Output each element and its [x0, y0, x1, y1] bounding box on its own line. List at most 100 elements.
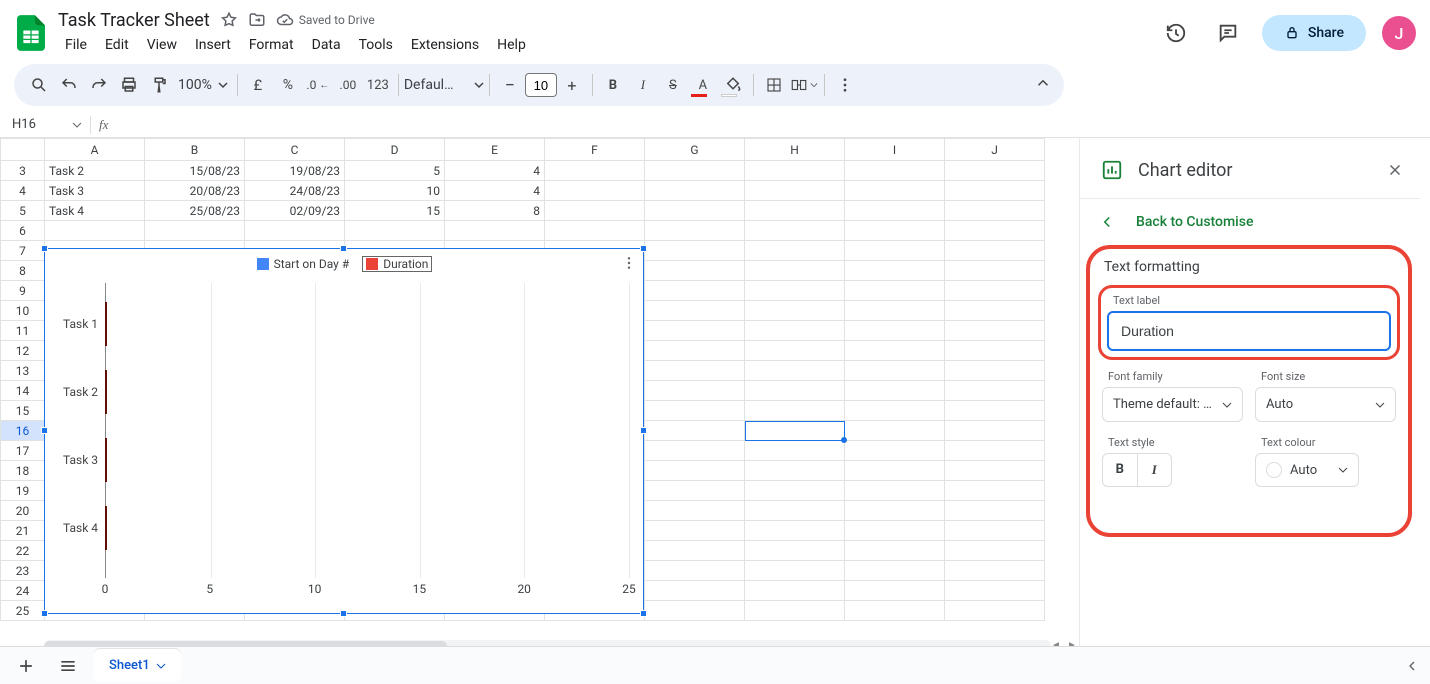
name-box[interactable]: H16: [0, 117, 90, 132]
cell[interactable]: [645, 241, 745, 261]
cell[interactable]: [645, 421, 745, 441]
explore-collapse-icon[interactable]: [1404, 658, 1420, 674]
cell[interactable]: [545, 201, 645, 221]
row-header[interactable]: 3: [1, 161, 45, 181]
cell[interactable]: [745, 441, 845, 461]
chart-legend[interactable]: Start on Day # Duration: [45, 249, 643, 275]
cell[interactable]: [45, 221, 145, 241]
cell[interactable]: Task 4: [45, 201, 145, 221]
cell[interactable]: [945, 341, 1045, 361]
cell[interactable]: [745, 541, 845, 561]
cell[interactable]: 5: [345, 161, 445, 181]
menu-help[interactable]: Help: [490, 33, 533, 57]
cell[interactable]: [845, 381, 945, 401]
cloud-saved[interactable]: Saved to Drive: [276, 11, 375, 29]
cell[interactable]: [845, 261, 945, 281]
cell[interactable]: 8: [445, 201, 545, 221]
col-header-D[interactable]: D: [345, 139, 445, 161]
cell[interactable]: [945, 481, 1045, 501]
sheet-tab[interactable]: Sheet1: [94, 649, 181, 682]
bold-toggle[interactable]: B: [1103, 454, 1137, 486]
chart-plot-area[interactable]: Task 1 Task 2 Task 3 Task 4: [105, 283, 629, 578]
cell[interactable]: [645, 501, 745, 521]
comments-icon[interactable]: [1210, 15, 1246, 51]
cell[interactable]: [545, 181, 645, 201]
cell[interactable]: [945, 581, 1045, 601]
cell[interactable]: Task 2: [45, 161, 145, 181]
move-folder-icon[interactable]: [248, 11, 266, 29]
bold-button[interactable]: B: [598, 70, 628, 100]
cell[interactable]: [645, 341, 745, 361]
cell[interactable]: [945, 501, 1045, 521]
cell[interactable]: [845, 541, 945, 561]
col-header-I[interactable]: I: [845, 139, 945, 161]
cell[interactable]: [845, 201, 945, 221]
cell[interactable]: [845, 281, 945, 301]
cell[interactable]: [745, 281, 845, 301]
cell[interactable]: [845, 401, 945, 421]
cell[interactable]: [945, 301, 1045, 321]
cell[interactable]: [945, 541, 1045, 561]
format-123-button[interactable]: 123: [363, 70, 393, 100]
cell[interactable]: [945, 201, 1045, 221]
font-size-increase[interactable]: +: [557, 70, 587, 100]
cell[interactable]: [645, 521, 745, 541]
cell[interactable]: [645, 261, 745, 281]
cell[interactable]: [445, 221, 545, 241]
share-button[interactable]: Share: [1262, 15, 1366, 51]
font-family-select[interactable]: Defaul…: [404, 77, 474, 93]
cell[interactable]: [845, 181, 945, 201]
search-icon[interactable]: [24, 70, 54, 100]
row-header[interactable]: 10: [1, 301, 45, 321]
select-all-corner[interactable]: [1, 139, 45, 161]
cell[interactable]: [845, 221, 945, 241]
paint-format-icon[interactable]: [144, 70, 174, 100]
row-header[interactable]: 14: [1, 381, 45, 401]
cell[interactable]: [945, 321, 1045, 341]
cell[interactable]: [745, 561, 845, 581]
cell[interactable]: [645, 561, 745, 581]
cell[interactable]: [645, 541, 745, 561]
cell[interactable]: 15: [345, 201, 445, 221]
cell[interactable]: [745, 521, 845, 541]
cell[interactable]: [745, 321, 845, 341]
col-header-C[interactable]: C: [245, 139, 345, 161]
cell[interactable]: 20/08/23: [145, 181, 245, 201]
cell[interactable]: [645, 401, 745, 421]
cell[interactable]: [645, 181, 745, 201]
cell[interactable]: [845, 421, 945, 441]
cell[interactable]: [845, 601, 945, 621]
cell[interactable]: [745, 161, 845, 181]
cell[interactable]: [645, 361, 745, 381]
cell[interactable]: 4: [445, 181, 545, 201]
col-header-B[interactable]: B: [145, 139, 245, 161]
chevron-down-icon[interactable]: [474, 80, 484, 90]
cell[interactable]: [145, 221, 245, 241]
cell[interactable]: [745, 581, 845, 601]
undo-icon[interactable]: [54, 70, 84, 100]
col-header-F[interactable]: F: [545, 139, 645, 161]
cell[interactable]: [945, 521, 1045, 541]
redo-icon[interactable]: [84, 70, 114, 100]
cell[interactable]: [845, 481, 945, 501]
cell[interactable]: [745, 421, 845, 441]
row-header[interactable]: 9: [1, 281, 45, 301]
row-header[interactable]: 4: [1, 181, 45, 201]
cell[interactable]: 02/09/23: [245, 201, 345, 221]
cell[interactable]: [645, 381, 745, 401]
row-header[interactable]: 22: [1, 541, 45, 561]
cell[interactable]: [845, 561, 945, 581]
spreadsheet-grid[interactable]: A B C D E F G H I J 3Task 215/08/2319/08…: [0, 138, 1080, 652]
cell[interactable]: [845, 361, 945, 381]
text-color-button[interactable]: A: [688, 70, 718, 100]
row-header[interactable]: 17: [1, 441, 45, 461]
avatar[interactable]: J: [1382, 16, 1416, 50]
cell[interactable]: [645, 321, 745, 341]
italic-button[interactable]: I: [628, 70, 658, 100]
cell[interactable]: [845, 241, 945, 261]
cell[interactable]: [845, 321, 945, 341]
close-icon[interactable]: [1386, 161, 1404, 179]
cell[interactable]: [945, 161, 1045, 181]
menu-file[interactable]: File: [58, 33, 94, 57]
cell[interactable]: [945, 461, 1045, 481]
